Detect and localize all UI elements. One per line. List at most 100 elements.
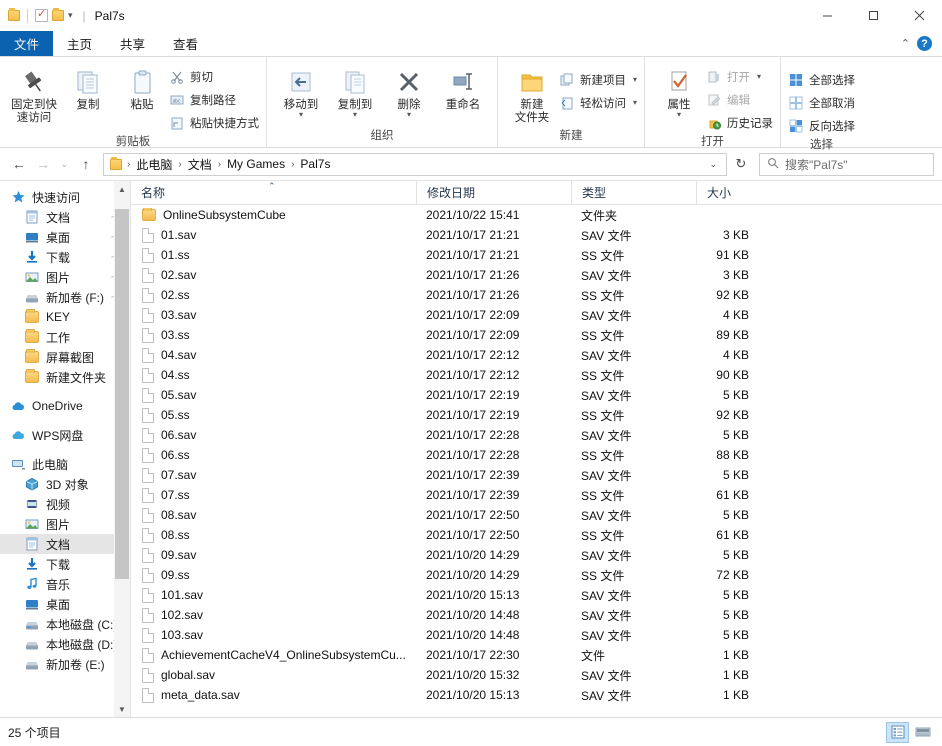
scroll-down-icon[interactable]: ▼ [114,701,130,717]
sidebar-item-videos[interactable]: 视频 [0,494,130,514]
file-name-cell[interactable]: 09.ss [131,567,416,583]
rename-button[interactable]: 重命名 [436,63,490,112]
file-name-cell[interactable]: 09.sav [131,547,416,563]
scrollbar-thumb[interactable] [115,209,129,579]
file-name-cell[interactable]: AchievementCacheV4_OnlineSubsystemCu... [131,647,416,663]
new-item-button[interactable]: 新建项目 ▾ [559,69,637,90]
sidebar-item-documents-qa[interactable]: 文档 📌 [0,207,130,227]
table-row[interactable]: 08.ss 2021/10/17 22:50 SS 文件 61 KB [131,525,942,545]
cut-button[interactable]: 剪切 [169,66,259,87]
collapse-ribbon-icon[interactable]: ⌃ [901,37,910,50]
file-name-cell[interactable]: meta_data.sav [131,687,416,703]
table-row[interactable]: AchievementCacheV4_OnlineSubsystemCu... … [131,645,942,665]
file-name-cell[interactable]: 02.ss [131,287,416,303]
table-row[interactable]: 06.sav 2021/10/17 22:28 SAV 文件 5 KB [131,425,942,445]
table-row[interactable]: 04.sav 2021/10/17 22:12 SAV 文件 4 KB [131,345,942,365]
copy-path-button[interactable]: abc 复制路径 [169,89,259,110]
file-name-cell[interactable]: 04.ss [131,367,416,383]
sidebar-item-new-volume-e[interactable]: 新加卷 (E:) [0,654,130,674]
checkbox-icon[interactable] [35,7,48,22]
table-row[interactable]: 103.sav 2021/10/20 14:48 SAV 文件 5 KB [131,625,942,645]
easy-access-caret-icon[interactable]: ▾ [633,98,637,107]
file-name-cell[interactable]: 101.sav [131,587,416,603]
copy-to-button[interactable]: 复制到 ▾ [328,63,382,119]
breadcrumb-dropdown-icon[interactable]: ⌄ [704,159,722,170]
new-item-caret-icon[interactable]: ▾ [633,75,637,84]
file-name-cell[interactable]: OnlineSubsystemCube [131,208,416,222]
table-row[interactable]: 04.ss 2021/10/17 22:12 SS 文件 90 KB [131,365,942,385]
table-row[interactable]: 08.sav 2021/10/17 22:50 SAV 文件 5 KB [131,505,942,525]
large-icons-view-button[interactable] [911,722,934,743]
file-name-cell[interactable]: 04.sav [131,347,416,363]
table-row[interactable]: global.sav 2021/10/20 15:32 SAV 文件 1 KB [131,665,942,685]
sidebar-scrollbar[interactable]: ▲ ▼ [114,181,130,717]
sidebar-item-desktop[interactable]: 桌面 [0,594,130,614]
sidebar-item-local-disk-d[interactable]: 本地磁盘 (D:) [0,634,130,654]
file-name-cell[interactable]: 103.sav [131,627,416,643]
maximize-button[interactable] [850,0,896,31]
sidebar-item-music[interactable]: 音乐 [0,574,130,594]
sidebar-item-work[interactable]: 工作 [0,327,130,347]
properties-caret-icon[interactable]: ▾ [677,111,681,119]
history-button[interactable]: 历史记录 [706,112,773,133]
table-row[interactable]: 03.sav 2021/10/17 22:09 SAV 文件 4 KB [131,305,942,325]
tab-home[interactable]: 主页 [53,31,107,56]
copy-to-caret-icon[interactable]: ▾ [353,111,357,119]
select-none-button[interactable]: 全部取消 [788,92,855,113]
search-input[interactable]: 搜索"Pal7s" [785,156,848,173]
breadcrumb-item-documents[interactable]: 文档 [185,155,215,174]
up-button[interactable]: ↑ [75,152,97,176]
file-name-cell[interactable]: 07.sav [131,467,416,483]
customize-qat-caret-icon[interactable]: ▾ [68,11,73,20]
close-button[interactable] [896,0,942,31]
new-folder-button[interactable]: 新建 文件夹 [505,63,559,125]
sidebar-item-local-disk-c[interactable]: 本地磁盘 (C:) [0,614,130,634]
open-caret-icon[interactable]: ▾ [757,72,761,81]
table-row[interactable]: 09.ss 2021/10/20 14:29 SS 文件 72 KB [131,565,942,585]
file-name-cell[interactable]: 08.sav [131,507,416,523]
table-row[interactable]: meta_data.sav 2021/10/20 15:13 SAV 文件 1 … [131,685,942,705]
table-row[interactable]: 03.ss 2021/10/17 22:09 SS 文件 89 KB [131,325,942,345]
file-name-cell[interactable]: 06.sav [131,427,416,443]
back-button[interactable]: ← [8,152,30,176]
sidebar-item-pictures[interactable]: 图片 [0,514,130,534]
file-name-cell[interactable]: 07.ss [131,487,416,503]
column-header-type[interactable]: 类型 [571,180,696,205]
sidebar-item-onedrive[interactable]: OneDrive [0,396,130,416]
scrollbar-track[interactable] [114,197,130,701]
sidebar-item-pictures-qa[interactable]: 图片 📌 [0,267,130,287]
paste-button[interactable]: 粘贴 [115,63,169,112]
properties-button[interactable]: 属性 ▾ [652,63,706,119]
table-row[interactable]: 07.sav 2021/10/17 22:39 SAV 文件 5 KB [131,465,942,485]
new-folder-icon[interactable] [52,8,64,21]
file-name-cell[interactable]: 01.ss [131,247,416,263]
move-to-button[interactable]: 移动到 ▾ [274,63,328,119]
file-name-cell[interactable]: 05.ss [131,407,416,423]
open-button[interactable]: 打开 ▾ [706,66,773,87]
table-row[interactable]: 02.ss 2021/10/17 21:26 SS 文件 92 KB [131,285,942,305]
sidebar-item-screenshots[interactable]: 屏幕截图 [0,347,130,367]
delete-caret-icon[interactable]: ▾ [407,111,411,119]
sidebar-item-downloads[interactable]: 下载 [0,554,130,574]
tab-view[interactable]: 查看 [159,31,212,56]
minimize-button[interactable] [804,0,850,31]
file-name-cell[interactable]: 06.ss [131,447,416,463]
table-row[interactable]: 102.sav 2021/10/20 14:48 SAV 文件 5 KB [131,605,942,625]
table-row[interactable]: 05.sav 2021/10/17 22:19 SAV 文件 5 KB [131,385,942,405]
file-name-cell[interactable]: 08.ss [131,527,416,543]
invert-selection-button[interactable]: 反向选择 [788,115,855,136]
tab-share[interactable]: 共享 [106,31,159,56]
column-header-date[interactable]: 修改日期 [416,180,571,205]
column-header-name[interactable]: 名称 ⌃ [131,181,416,205]
help-icon[interactable]: ? [917,36,932,51]
table-row[interactable]: 09.sav 2021/10/20 14:29 SAV 文件 5 KB [131,545,942,565]
delete-button[interactable]: 删除 ▾ [382,63,436,119]
breadcrumb-item-pal7s[interactable]: Pal7s [297,156,333,172]
scroll-up-icon[interactable]: ▲ [114,181,130,197]
file-name-cell[interactable]: global.sav [131,667,416,683]
column-header-size[interactable]: 大小 [696,180,771,205]
sidebar-group-quick-access[interactable]: 快速访问 [0,187,130,207]
breadcrumb-item-this-pc[interactable]: 此电脑 [133,155,175,174]
table-row[interactable]: 02.sav 2021/10/17 21:26 SAV 文件 3 KB [131,265,942,285]
forward-button[interactable]: → [32,152,54,176]
